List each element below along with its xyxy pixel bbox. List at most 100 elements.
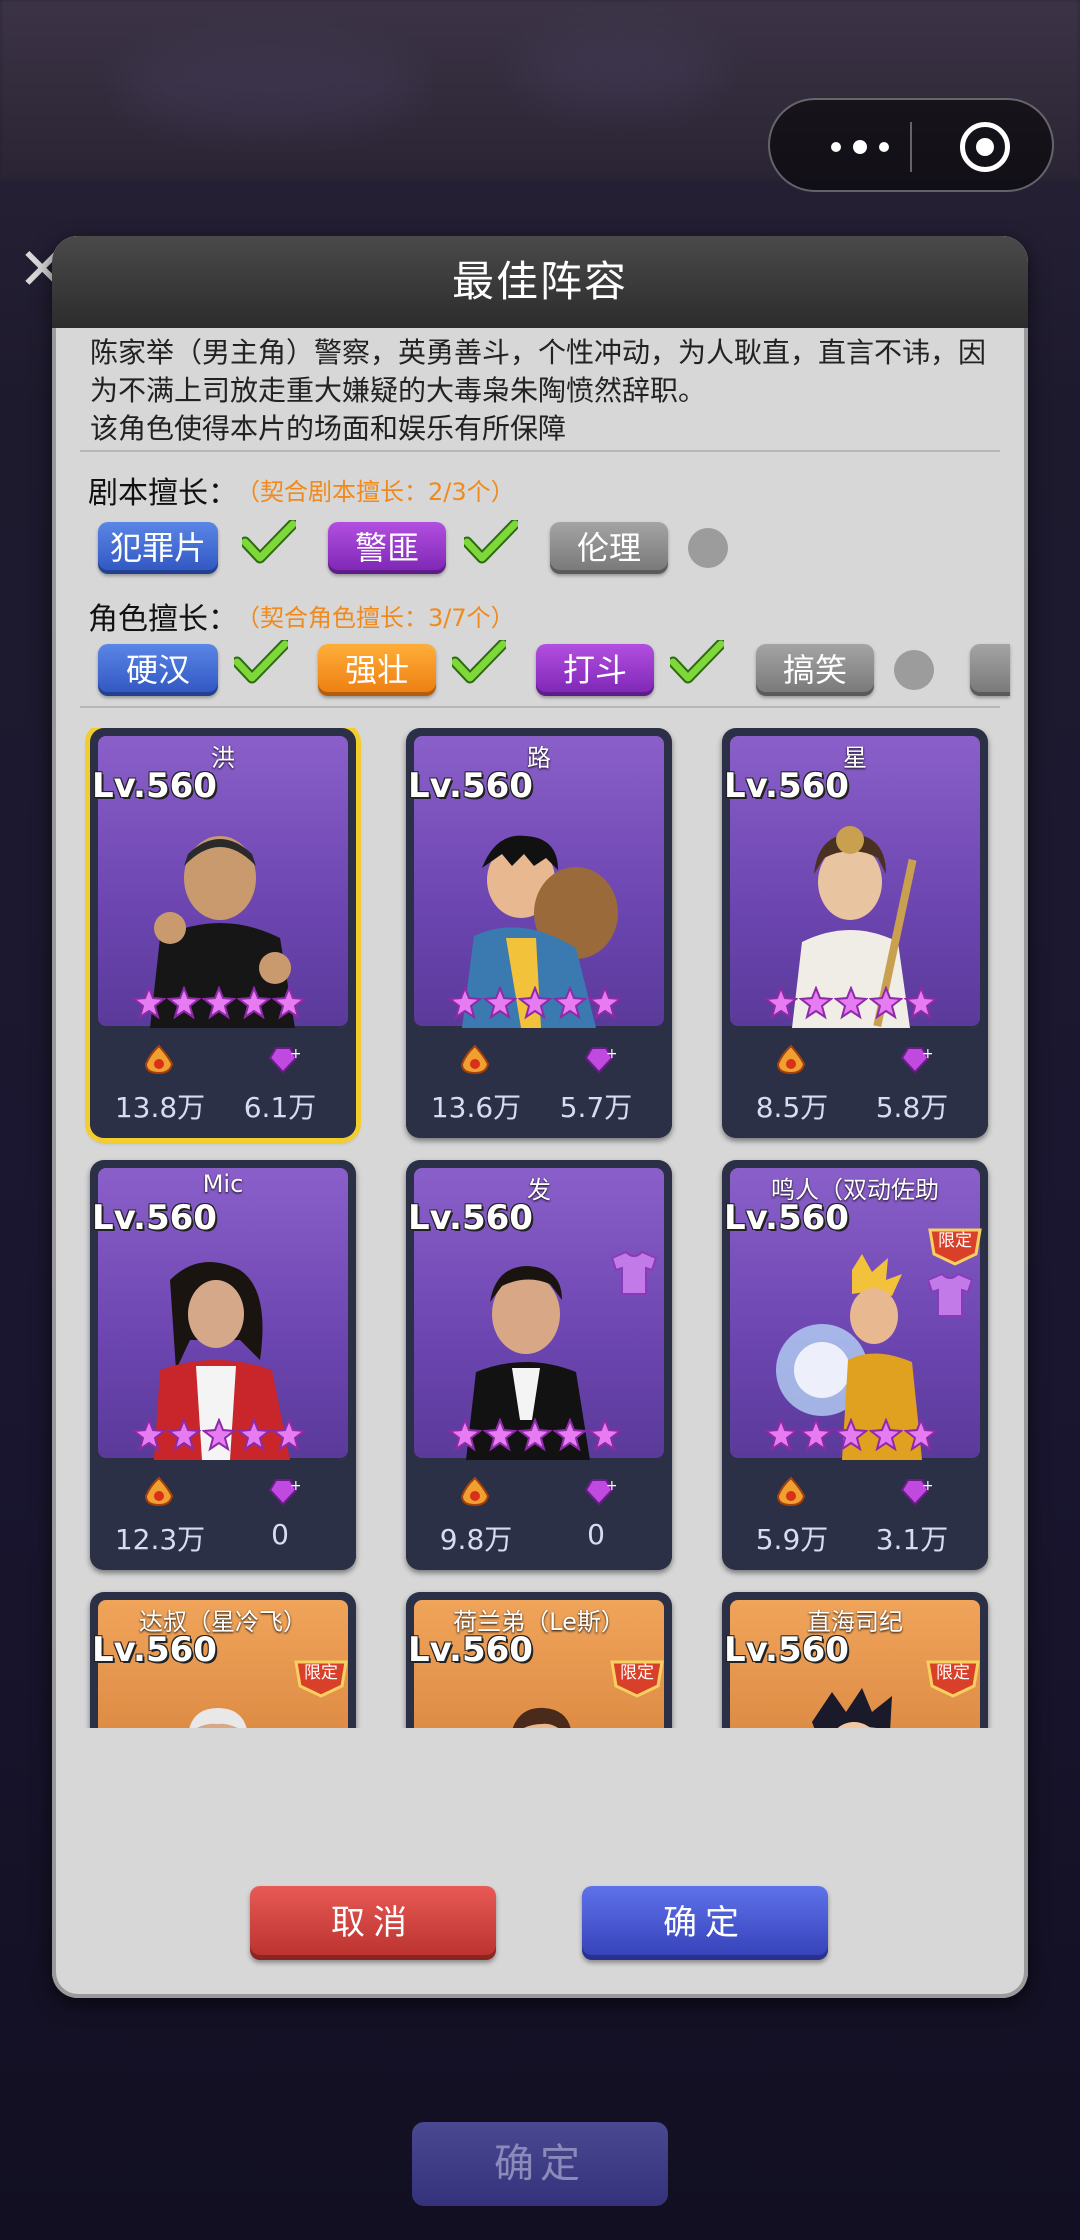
role-description: 陈家举（男主角）警察，英勇善斗，个性冲动，为人耿直，直言不讳，因 为不满上司放走…: [90, 334, 1000, 448]
stat-value-secondary: 3.1万: [875, 1523, 949, 1556]
svg-text:+: +: [606, 1046, 616, 1062]
limited-badge-label: 限定: [938, 1231, 972, 1251]
star-icon: [799, 986, 833, 1020]
description-line: 陈家举（男主角）警察，英勇善斗，个性冲动，为人耿直，直言不讳，因: [90, 336, 987, 369]
card-stats: + 8.5万 5.8万: [722, 1028, 988, 1138]
star-icon: [869, 986, 903, 1020]
background-blur: [120, 40, 420, 130]
star-rating: [448, 1418, 638, 1452]
role-skills-hint: （契合角色擅长：3/7个）: [236, 604, 515, 632]
fire-icon: [460, 1044, 490, 1074]
mini-program-capsule: [768, 98, 1054, 192]
star-icon: [518, 1418, 552, 1452]
character-card[interactable]: 星 Lv.560 + 8.5万 5.8万: [722, 728, 988, 1138]
svg-text:+: +: [290, 1046, 300, 1062]
fire-icon: [776, 1044, 806, 1074]
star-icon: [483, 986, 517, 1020]
limited-badge-label: 限定: [304, 1663, 338, 1683]
character-card[interactable]: 路 Lv.560 + 13.6万 5.7万: [406, 728, 672, 1138]
card-stats: + 12.3万 0: [90, 1460, 356, 1570]
stat-value-secondary: 0: [587, 1518, 605, 1551]
gem-icon: +: [900, 1478, 932, 1506]
check-icon: [234, 640, 288, 684]
close-program-icon[interactable]: [960, 122, 1010, 172]
star-icon: [132, 986, 166, 1020]
script-skills-label: 剧本擅长：: [88, 476, 238, 511]
character-card[interactable]: 限定 荷兰弟（Le斯） Lv.560: [406, 1592, 672, 1728]
star-icon: [167, 1418, 201, 1452]
more-menu-icon[interactable]: [810, 130, 910, 164]
stat-value-primary: 9.8万: [439, 1523, 513, 1556]
fire-icon: [144, 1044, 174, 1074]
card-stats: + 13.6万 5.7万: [406, 1028, 672, 1138]
star-icon: [272, 1418, 306, 1452]
check-icon: [464, 520, 518, 564]
character-level: Lv.560: [724, 1630, 849, 1670]
character-card[interactable]: 洪 Lv.560 + 13.8万 6.1万: [90, 728, 356, 1138]
card-stats: + 5.9万 3.1万: [722, 1460, 988, 1570]
character-level: Lv.560: [92, 1630, 217, 1670]
character-card-grid[interactable]: 洪 Lv.560 + 13.8万 6.1万 路 Lv.560 + 13.6万 5…: [52, 728, 1028, 1728]
stat-value-secondary: 0: [271, 1518, 289, 1551]
character-level: Lv.560: [408, 1198, 533, 1238]
role-tag: 打斗: [536, 644, 654, 696]
role-skills-label: 角色擅长：: [88, 602, 238, 637]
star-rating: [132, 986, 322, 1020]
card-stats: + 13.8万 6.1万: [90, 1028, 356, 1138]
star-icon: [237, 1418, 271, 1452]
star-icon: [904, 1418, 938, 1452]
character-card[interactable]: 发 Lv.560 + 9.8万 0: [406, 1160, 672, 1570]
check-icon: [242, 520, 296, 564]
check-icon: [670, 640, 724, 684]
character-level: Lv.560: [724, 766, 849, 806]
star-icon: [799, 1418, 833, 1452]
fire-icon: [460, 1476, 490, 1506]
character-card[interactable]: 限定 直海司纪 Lv.560: [722, 1592, 988, 1728]
check-icon: [452, 640, 506, 684]
star-icon: [904, 986, 938, 1020]
star-icon: [764, 986, 798, 1020]
gem-icon: +: [584, 1046, 616, 1074]
star-icon: [202, 986, 236, 1020]
background-blur: [520, 30, 720, 110]
star-icon: [834, 986, 868, 1020]
gem-icon: +: [900, 1046, 932, 1074]
character-card[interactable]: 限定 达叔（星冷飞） Lv.560: [90, 1592, 356, 1728]
character-card[interactable]: 限定 鸣人（双动佐助 Lv.560 + 5.9万 3.1万: [722, 1160, 988, 1570]
stat-value-primary: 13.8万: [114, 1091, 206, 1124]
limited-badge-label: 限定: [936, 1663, 970, 1683]
star-rating: [448, 986, 638, 1020]
role-tag: 搞笑: [756, 644, 874, 696]
outfit-icon: [926, 1272, 974, 1317]
gem-icon: +: [584, 1478, 616, 1506]
stat-value-primary: 13.6万: [430, 1091, 522, 1124]
character-portrait: [189, 1708, 247, 1728]
unmatched-dot-icon: [894, 650, 934, 690]
stat-value-secondary: 6.1万: [243, 1091, 317, 1124]
character-level: Lv.560: [92, 1198, 217, 1238]
role-tag: 强壮: [318, 644, 436, 696]
cancel-button[interactable]: 取消: [250, 1886, 496, 1960]
star-icon: [834, 1418, 868, 1452]
character-name: Mic: [202, 1170, 244, 1198]
limited-badge-label: 限定: [620, 1663, 654, 1683]
fire-icon: [776, 1476, 806, 1506]
character-level: Lv.560: [724, 1198, 849, 1238]
star-icon: [588, 986, 622, 1020]
svg-text:+: +: [922, 1478, 932, 1494]
best-lineup-dialog: 最佳阵容 陈家举（男主角）警察，英勇善斗，个性冲动，为人耿直，直言不讳，因 为不…: [52, 236, 1028, 1998]
star-icon: [202, 1418, 236, 1452]
star-icon: [588, 1418, 622, 1452]
character-portrait: [512, 1707, 571, 1728]
character-portrait: [812, 1688, 892, 1728]
star-icon: [764, 1418, 798, 1452]
fire-icon: [144, 1476, 174, 1506]
star-icon: [132, 1418, 166, 1452]
star-icon: [553, 1418, 587, 1452]
role-tag: 硬汉: [98, 644, 218, 696]
role-tag-overflow: [970, 644, 1010, 696]
confirm-button[interactable]: 确定: [582, 1886, 828, 1960]
character-card[interactable]: Mic Lv.560 + 12.3万 0: [90, 1160, 356, 1570]
star-icon: [553, 986, 587, 1020]
background-confirm-button: 确定: [412, 2122, 668, 2206]
